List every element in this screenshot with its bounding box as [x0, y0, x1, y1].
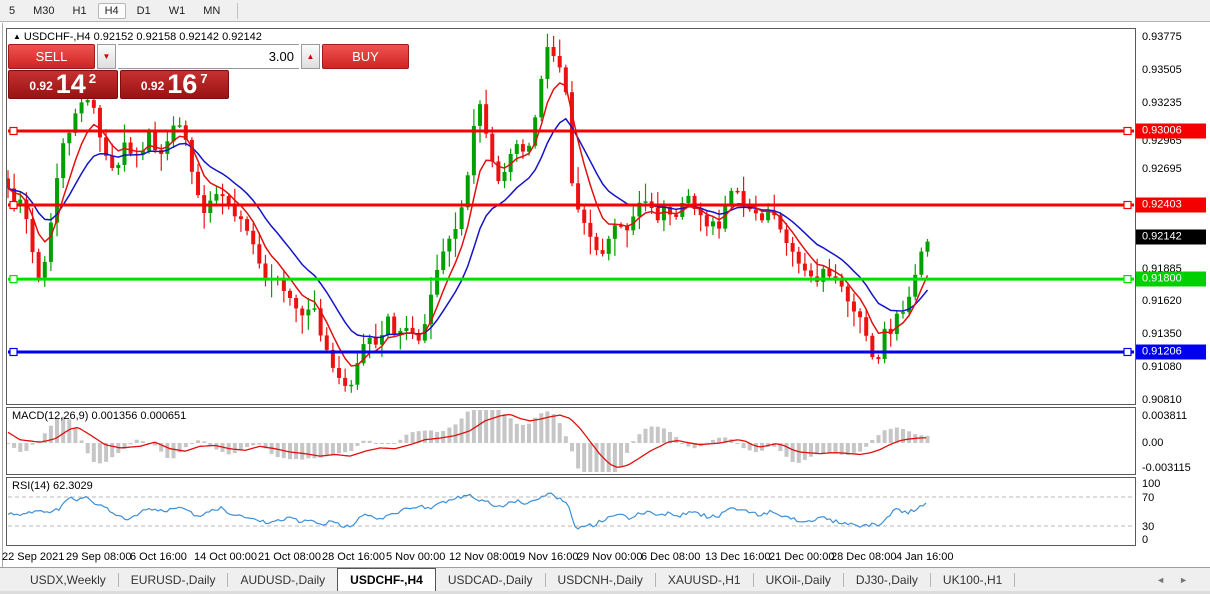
price-axis-tick: 0.93235: [1142, 97, 1182, 109]
mt4-window: 5 M30 H1 H4 D1 W1 MN ▲ USDCHF-,H4 0.92152…: [0, 0, 1210, 594]
toolbar-separator: [237, 2, 239, 19]
price-axis-tick: 0.90810: [1142, 394, 1182, 406]
window-left-border: [2, 23, 3, 591]
tf-m30[interactable]: M30: [26, 3, 61, 19]
tf-w1[interactable]: W1: [162, 3, 193, 19]
support-line-price-label: 0.91800: [1136, 271, 1206, 287]
tab-ukoil-daily[interactable]: UKOil-,Daily: [754, 568, 843, 591]
time-axis-label: 29 Sep 08:00: [66, 551, 132, 563]
one-click-trade-panel: SELL ▼ ▲ BUY 0.92 14 2 0.92 16 7: [8, 44, 409, 100]
tab-scroll-left-icon[interactable]: ◄: [1156, 575, 1165, 585]
chart-ohlc-quotes: 0.92152 0.92158 0.92142 0.92142: [93, 31, 262, 43]
tab-usdchf-h4[interactable]: USDCHF-,H4: [337, 568, 436, 591]
macd-axis-min: -0.003115: [1142, 462, 1191, 474]
time-axis-label: 4 Jan 16:00: [896, 551, 954, 563]
tab-eurusd-daily[interactable]: EURUSD-,Daily: [119, 568, 228, 591]
time-axis-label: 28 Oct 16:00: [322, 551, 385, 563]
price-axis-tick: 0.92695: [1142, 163, 1182, 175]
macd-indicator-pane[interactable]: MACD(12,26,9) 0.001356 0.000651: [6, 407, 1136, 475]
price-axis-tick: 0.93775: [1142, 31, 1182, 43]
tab-scroll-right-icon[interactable]: ►: [1179, 575, 1188, 585]
current-price-label: 0.92142: [1136, 229, 1206, 245]
macd-label: MACD(12,26,9) 0.001356 0.000651: [12, 410, 187, 422]
price-axis-tick: 0.91080: [1142, 361, 1182, 373]
sell-price-point: 2: [88, 71, 97, 86]
tab-usdx-weekly[interactable]: USDX,Weekly: [18, 568, 118, 591]
tab-xauusd-h1[interactable]: XAUUSD-,H1: [656, 568, 753, 591]
chart-tab-bar: USDX,Weekly EURUSD-,Daily AUDUSD-,Daily …: [0, 567, 1210, 591]
timeframe-toolbar: 5 M30 H1 H4 D1 W1 MN: [0, 0, 1210, 22]
volume-decrease-button[interactable]: ▼: [97, 44, 116, 69]
macd-axis-max: 0.003811: [1142, 410, 1188, 422]
tf-h1[interactable]: H1: [66, 3, 94, 19]
volume-input[interactable]: [118, 44, 299, 69]
rsi-chart[interactable]: [7, 478, 1135, 545]
time-axis-label: 21 Dec 00:00: [769, 551, 835, 563]
tab-uk100-h1[interactable]: UK100-,H1: [931, 568, 1014, 591]
sell-price-display[interactable]: 0.92 14 2: [8, 70, 118, 99]
buy-button[interactable]: BUY: [322, 44, 409, 69]
time-axis-label: 5 Nov 00:00: [386, 551, 446, 563]
tf-h4[interactable]: H4: [97, 2, 126, 19]
buy-price-base: 0.92: [140, 79, 165, 93]
sell-price-pips: 14: [55, 69, 86, 99]
tab-usdcnh-daily[interactable]: USDCNH-,Daily: [546, 568, 655, 591]
time-axis-label: 19 Nov 16:00: [513, 551, 579, 563]
chart-header: ▲ USDCHF-,H4 0.92152 0.92158 0.92142 0.92…: [13, 31, 262, 43]
tf-mn[interactable]: MN: [196, 3, 227, 19]
time-axis-label: 21 Oct 08:00: [258, 551, 321, 563]
time-axis-label: 6 Dec 08:00: [641, 551, 701, 563]
rsi-axis-100: 100: [1142, 478, 1161, 490]
rsi-indicator-pane[interactable]: RSI(14) 62.3029: [6, 477, 1136, 546]
volume-increase-button[interactable]: ▲: [301, 44, 320, 69]
expand-arrow-icon[interactable]: ▲: [13, 32, 21, 41]
time-axis-label: 13 Dec 16:00: [705, 551, 771, 563]
tab-audusd-daily[interactable]: AUDUSD-,Daily: [228, 568, 337, 591]
price-axis-tick: 0.91620: [1142, 295, 1182, 307]
macd-axis-zero: 0.00: [1142, 437, 1164, 449]
time-axis-label: 12 Nov 08:00: [449, 551, 515, 563]
time-axis-label: 29 Nov 00:00: [577, 551, 643, 563]
buy-price-point: 7: [200, 71, 208, 86]
support-line-price-label: 0.91206: [1136, 344, 1206, 360]
price-axis-tick: 0.91350: [1142, 328, 1182, 340]
time-axis-label: 28 Dec 08:00: [831, 551, 897, 563]
time-axis-label: 6 Oct 16:00: [130, 551, 187, 563]
time-axis-label: 14 Oct 00:00: [194, 551, 257, 563]
tab-dj30-daily[interactable]: DJ30-,Daily: [844, 568, 930, 591]
resistance-line-price-label: 0.92403: [1136, 197, 1206, 213]
rsi-axis-30: 30: [1142, 521, 1155, 533]
chart-symbol: USDCHF-,H4: [23, 31, 91, 43]
sell-button[interactable]: SELL: [8, 44, 95, 69]
rsi-label: RSI(14) 62.3029: [12, 480, 93, 492]
tab-scroll-arrows: ◄ ►: [1156, 568, 1210, 591]
buy-price-pips: 16: [167, 69, 198, 99]
sell-price-base: 0.92: [29, 79, 53, 93]
buy-price-display[interactable]: 0.92 16 7: [119, 69, 229, 99]
rsi-axis-0: 0: [1142, 534, 1149, 546]
tf-m5[interactable]: 5: [2, 3, 22, 19]
tf-d1[interactable]: D1: [130, 3, 158, 19]
time-axis-label: 22 Sep 2021: [2, 551, 65, 563]
tab-usdcad-daily[interactable]: USDCAD-,Daily: [436, 568, 545, 591]
resistance-line-price-label: 0.93006: [1136, 123, 1206, 139]
price-axis-tick: 0.93505: [1142, 64, 1182, 76]
rsi-axis-70: 70: [1142, 492, 1155, 504]
